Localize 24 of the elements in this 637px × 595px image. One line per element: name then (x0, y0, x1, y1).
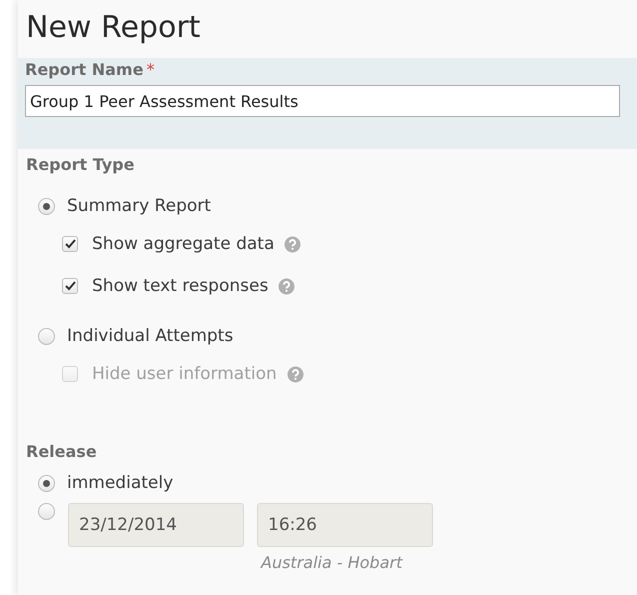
radio-button[interactable] (38, 503, 55, 520)
radio-label: Individual Attempts (67, 326, 234, 346)
checkbox[interactable] (62, 278, 78, 294)
radio-label: immediately (67, 473, 174, 493)
section-heading: Release (26, 442, 98, 461)
help-icon[interactable] (286, 366, 304, 382)
page-title: New Report (25, 9, 202, 47)
radio-button[interactable] (38, 198, 55, 214)
report-name-field[interactable]: Group 1 Peer Assessment Results (25, 85, 620, 117)
section-heading: Report Type (26, 155, 136, 174)
checkbox-label: Show text responses (92, 276, 268, 296)
field-label: Report Name (25, 60, 144, 79)
radio-button[interactable] (38, 328, 55, 344)
checkbox-label: Show aggregate data (92, 234, 274, 254)
timezone-label: Australia - Hobart (261, 553, 404, 572)
required-mark: * (146, 60, 154, 79)
radio-button[interactable] (38, 474, 55, 492)
checkbox-label: Hide user information (92, 364, 277, 384)
date-field[interactable]: 23/12/2014 (68, 503, 244, 547)
help-icon[interactable] (284, 236, 302, 252)
time-field[interactable]: 16:26 (257, 503, 433, 547)
checkbox[interactable] (62, 236, 78, 252)
radio-label: Summary Report (67, 196, 211, 216)
help-icon[interactable] (278, 278, 296, 294)
